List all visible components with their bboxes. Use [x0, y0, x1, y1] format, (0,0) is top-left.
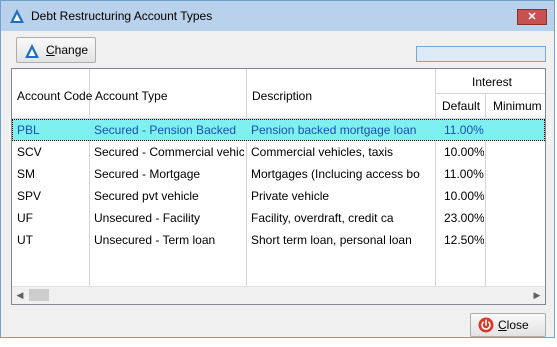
cell-account-type: Secured - Mortgage	[94, 167, 201, 181]
search-input[interactable]	[416, 46, 546, 62]
scroll-right-icon[interactable]: ▶	[531, 289, 543, 301]
column-header-description[interactable]: Description	[247, 69, 436, 118]
title-bar[interactable]: Debt Restructuring Account Types ✕	[1, 1, 554, 31]
cell-account-code: UT	[17, 233, 33, 247]
cell-default-interest: 12.50%	[444, 233, 484, 247]
table-row[interactable]: UF Unsecured - Facility Facility, overdr…	[12, 207, 545, 229]
cell-default-interest: 10.00%	[444, 145, 484, 159]
cell-description: Private vehicle	[251, 189, 330, 203]
close-icon: ✕	[527, 11, 537, 23]
app-logo-icon	[10, 9, 24, 23]
cell-account-code: SM	[17, 167, 35, 181]
toolbar: Change	[10, 37, 546, 64]
change-button-label: Change	[46, 43, 89, 57]
cell-description: Mortgages (Inclucing access bo	[251, 167, 420, 181]
cell-description: Commercial vehicles, taxis	[251, 145, 394, 159]
account-types-grid[interactable]: Account Code Account Type Description In…	[11, 68, 546, 305]
cell-default-interest: 23.00%	[444, 211, 484, 225]
grid-header: Account Code Account Type Description In…	[12, 69, 545, 119]
change-button[interactable]: Change	[16, 37, 96, 63]
cell-description: Pension backed mortgage loan	[251, 123, 417, 137]
horizontal-scrollbar[interactable]: ◀ ▶	[12, 286, 545, 304]
cell-description: Facility, overdraft, credit ca	[251, 211, 394, 225]
background-area	[0, 338, 557, 347]
change-logo-icon	[25, 44, 39, 58]
cell-account-code: UF	[17, 211, 33, 225]
column-group-interest: Interest	[436, 69, 545, 94]
cell-account-code: SCV	[17, 145, 42, 159]
column-header-default[interactable]: Default	[436, 94, 486, 118]
close-button-label: Close	[498, 318, 529, 332]
dialog-window: Debt Restructuring Account Types ✕ Chang…	[0, 0, 555, 338]
window-close-button[interactable]: ✕	[517, 9, 547, 25]
cell-account-type: Unsecured - Facility	[94, 211, 201, 225]
cell-account-type: Secured pvt vehicle	[94, 189, 199, 203]
cell-account-code: PBL	[17, 123, 40, 137]
column-header-minimum[interactable]: Minimum	[486, 94, 545, 118]
cell-description: Short term loan, personal loan	[251, 233, 412, 247]
cell-account-type: Unsecured - Term loan	[94, 233, 216, 247]
cell-default-interest: 11.00%	[444, 167, 484, 181]
cell-default-interest: 11.00%	[444, 123, 484, 137]
scrollbar-thumb[interactable]	[29, 289, 49, 301]
table-row[interactable]: PBL Secured - Pension Backed Pension bac…	[12, 119, 545, 141]
cell-account-type: Secured - Pension Backed	[94, 123, 237, 137]
cell-account-code: SPV	[17, 189, 42, 203]
table-row[interactable]: UT Unsecured - Term loan Short term loan…	[12, 229, 545, 251]
window-title: Debt Restructuring Account Types	[31, 9, 213, 23]
cell-default-interest: 10.00%	[444, 189, 484, 203]
scroll-left-icon[interactable]: ◀	[14, 289, 26, 301]
cell-account-type: Secured - Commercial vehicle	[94, 145, 244, 159]
table-row[interactable]: SM Secured - Mortgage Mortgages (Incluci…	[12, 163, 545, 185]
table-row[interactable]: SPV Secured pvt vehicle Private vehicle …	[12, 185, 545, 207]
power-icon	[478, 317, 494, 333]
column-header-account-type[interactable]: Account Type	[90, 69, 247, 118]
close-button[interactable]: Close	[470, 313, 546, 337]
table-row[interactable]: SCV Secured - Commercial vehicle Commerc…	[12, 141, 545, 163]
column-header-account-code[interactable]: Account Code	[12, 69, 92, 118]
